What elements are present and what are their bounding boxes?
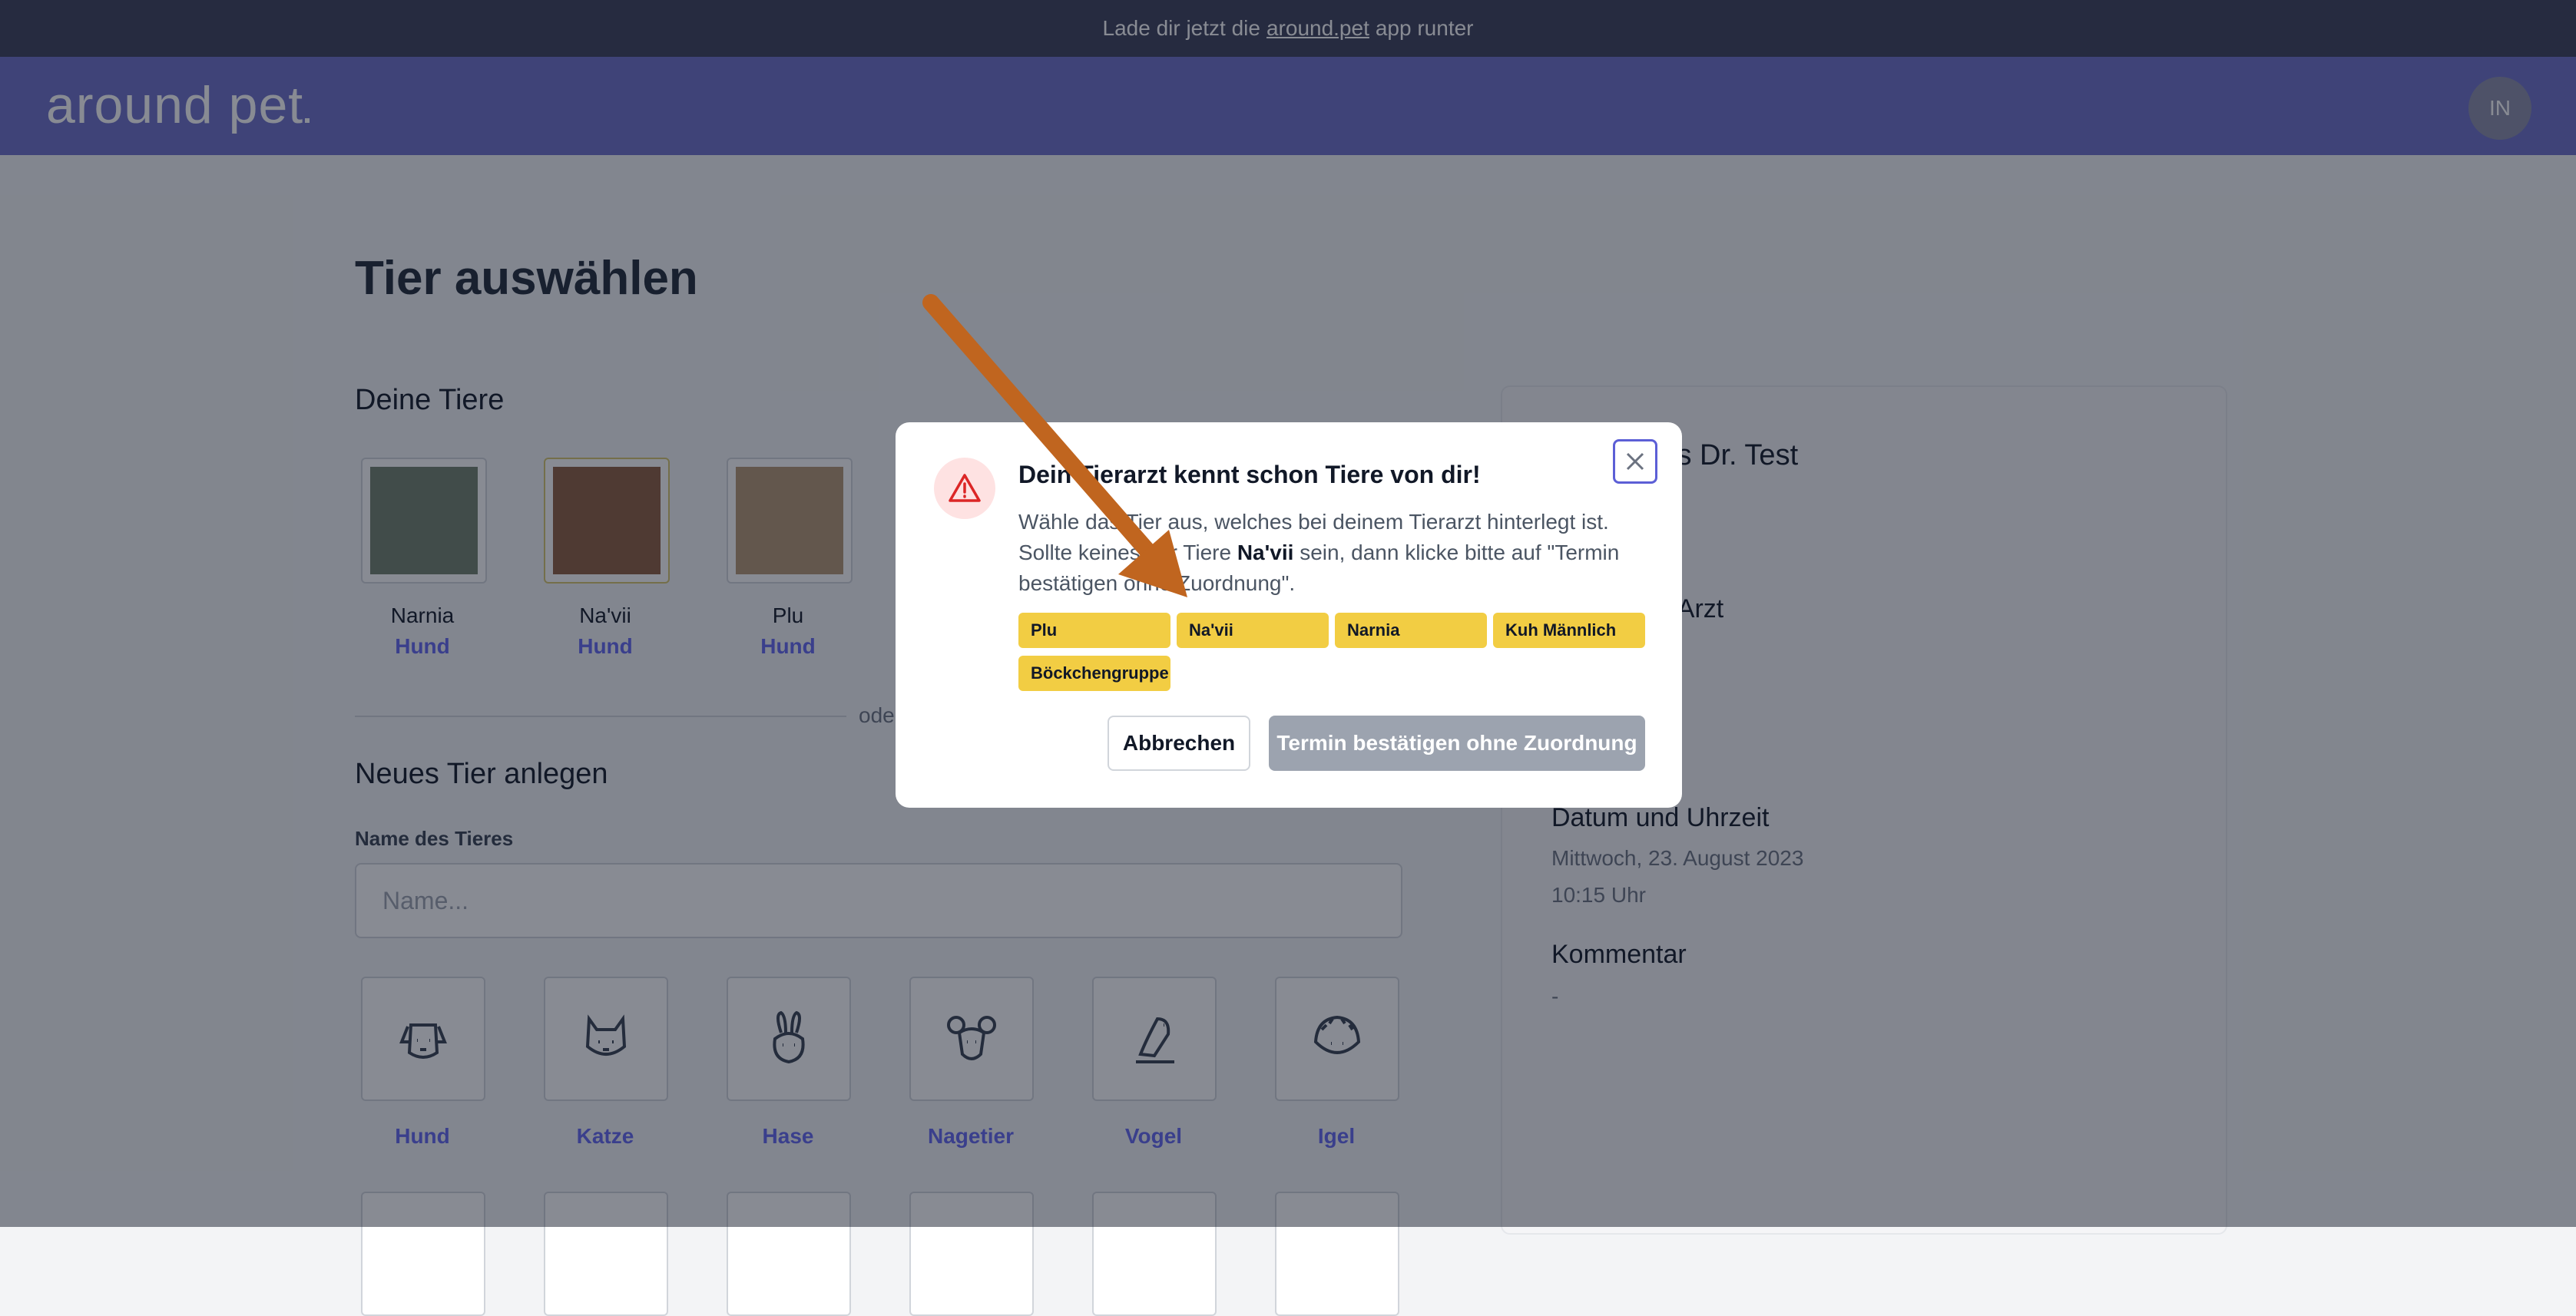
close-icon	[1626, 452, 1644, 471]
pet-chip-kuh-maennlich[interactable]: Kuh Männlich	[1493, 613, 1645, 648]
close-button[interactable]	[1613, 439, 1657, 484]
pet-chip-plu[interactable]: Plu	[1018, 613, 1170, 648]
pet-chip-navii[interactable]: Na'vii	[1177, 613, 1329, 648]
existing-pets-dialog: Dein Tierarzt kennt schon Tiere von dir!…	[896, 422, 1682, 808]
confirm-without-assignment-button[interactable]: Termin bestätigen ohne Zuordnung	[1269, 716, 1645, 771]
dialog-title: Dein Tierarzt kennt schon Tiere von dir!	[1018, 461, 1481, 488]
pet-chip-boeckchengruppe[interactable]: Böckchengruppe	[1018, 656, 1170, 691]
dialog-description: Wähle das Tier aus, welches bei deinem T…	[1018, 510, 1620, 595]
cancel-button[interactable]: Abbrechen	[1108, 716, 1250, 771]
pet-chip-narnia[interactable]: Narnia	[1335, 613, 1487, 648]
warning-badge	[934, 458, 995, 519]
alert-triangle-icon	[949, 474, 981, 502]
dialog-pet-name: Na'vii	[1237, 541, 1294, 564]
